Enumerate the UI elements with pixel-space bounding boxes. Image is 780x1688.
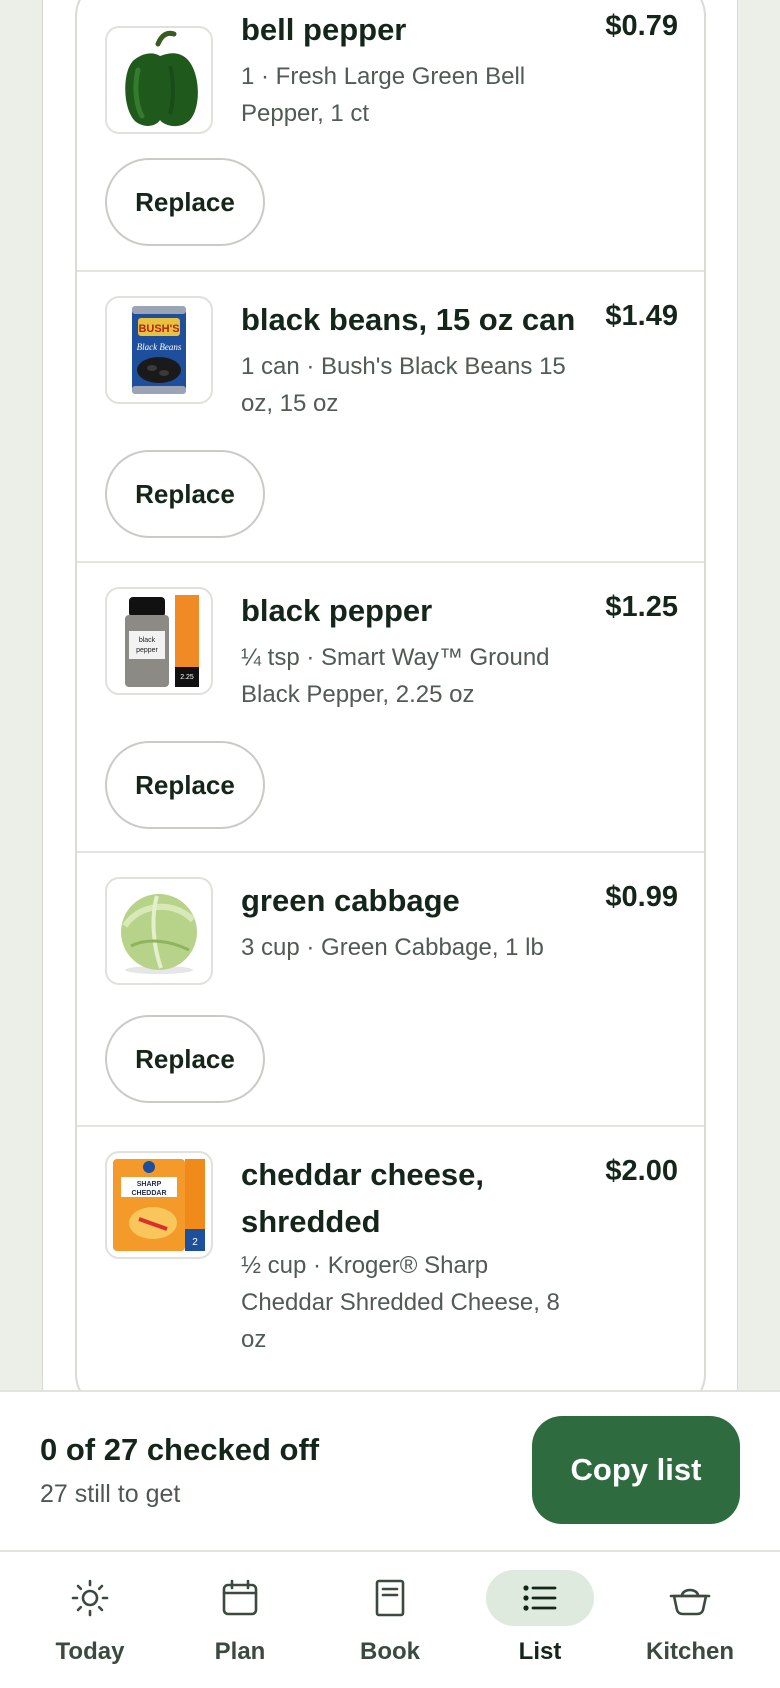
calendar-icon — [186, 1570, 294, 1626]
tab-book[interactable]: Book — [315, 1552, 465, 1688]
app-screen: bell pepper $0.79 1 · Fresh Large Green … — [0, 0, 780, 1688]
svg-text:black: black — [139, 637, 156, 644]
list-item[interactable]: BUSH'S Black Beans black beans, 15 oz ca… — [77, 272, 704, 563]
list-item[interactable]: 2 SHARP CHEDDAR cheddar cheese, shredded… — [77, 1127, 704, 1408]
tab-kitchen[interactable]: Kitchen — [615, 1552, 765, 1688]
item-price: $1.49 — [605, 300, 678, 332]
list-item[interactable]: bell pepper $0.79 1 · Fresh Large Green … — [77, 0, 704, 272]
tab-label: Kitchen — [645, 1638, 734, 1665]
tab-today[interactable]: Today — [15, 1552, 165, 1688]
tab-label: List — [518, 1638, 562, 1665]
tab-plan[interactable]: Plan — [165, 1552, 315, 1688]
item-description: 1 · Fresh Large Green Bell Pepper, 1 ct — [241, 63, 526, 127]
sun-icon — [36, 1570, 144, 1626]
green-cabbage-image — [105, 877, 213, 985]
replace-button[interactable]: Replace — [105, 450, 265, 538]
black-pepper-image: black pepper 2.25 — [105, 587, 213, 695]
bottom-tab-bar: Today Plan Book List Kitchen — [0, 1550, 780, 1688]
item-price: $1.25 — [605, 591, 678, 623]
item-price: $0.99 — [605, 881, 678, 913]
item-description: ¼ tsp · Smart Way™ Ground Black Pepper, … — [241, 644, 550, 708]
item-description: 3 cup · Green Cabbage, 1 lb — [241, 934, 544, 961]
item-name: cheddar cheese, shredded — [241, 1157, 484, 1239]
item-name: black pepper — [241, 593, 433, 628]
checked-count: 0 of 27 checked off — [40, 1432, 320, 1467]
item-name: black beans, 15 oz can — [241, 302, 576, 337]
item-description: ½ cup · Kroger® Sharp Cheddar Shredded C… — [241, 1252, 560, 1353]
tab-label: Plan — [214, 1638, 266, 1665]
remaining-count: 27 still to get — [40, 1480, 181, 1508]
pot-icon — [636, 1570, 744, 1626]
shopping-list-card: bell pepper $0.79 1 · Fresh Large Green … — [75, 0, 706, 1410]
book-icon — [336, 1570, 444, 1626]
svg-text:SHARP: SHARP — [137, 1181, 162, 1188]
item-price: $2.00 — [605, 1155, 678, 1187]
list-item[interactable]: black pepper 2.25 black pepper $1.25 ¼ t… — [77, 563, 704, 853]
cheddar-cheese-image: 2 SHARP CHEDDAR — [105, 1151, 213, 1259]
item-name: bell pepper — [241, 12, 407, 47]
item-price: $0.79 — [605, 10, 678, 42]
replace-button[interactable]: Replace — [105, 1015, 265, 1103]
tab-list[interactable]: List — [465, 1552, 615, 1688]
item-description: 1 can · Bush's Black Beans 15 oz, 15 oz — [241, 353, 566, 417]
tab-label: Book — [360, 1638, 420, 1665]
black-beans-can-image: BUSH'S Black Beans — [105, 296, 213, 404]
svg-text:pepper: pepper — [136, 647, 158, 654]
replace-button[interactable]: Replace — [105, 158, 265, 246]
tab-label: Today — [55, 1638, 125, 1665]
svg-text:Black Beans: Black Beans — [137, 342, 182, 352]
replace-button[interactable]: Replace — [105, 741, 265, 829]
svg-text:CHEDDAR: CHEDDAR — [132, 1190, 167, 1197]
svg-text:BUSH'S: BUSH'S — [138, 323, 179, 335]
svg-text:2: 2 — [192, 1237, 198, 1248]
list-item[interactable]: green cabbage $0.99 3 cup · Green Cabbag… — [77, 853, 704, 1127]
copy-list-button[interactable]: Copy list — [532, 1416, 740, 1524]
svg-text:2.25: 2.25 — [180, 674, 194, 681]
item-name: green cabbage — [241, 883, 460, 918]
list-icon — [486, 1570, 594, 1626]
bell-pepper-image — [105, 26, 213, 134]
list-summary-bar: 0 of 27 checked off 27 still to get Copy… — [0, 1390, 780, 1550]
